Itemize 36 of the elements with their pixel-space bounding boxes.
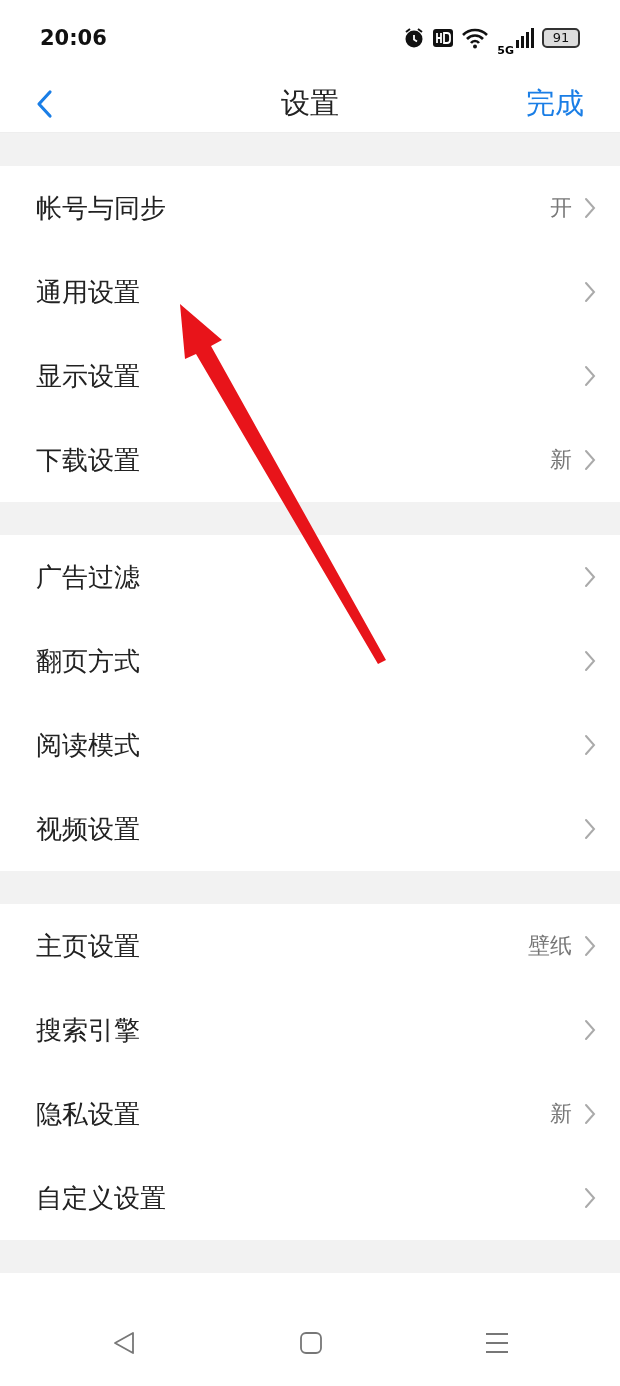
chevron-icon	[584, 566, 596, 588]
chevron-icon	[584, 197, 596, 219]
page-title: 设置	[281, 85, 339, 122]
settings-row[interactable]: 自定义设置	[0, 1156, 620, 1240]
chevron-icon	[584, 818, 596, 840]
wifi-icon	[461, 27, 490, 49]
network-label: 5G	[497, 43, 514, 57]
settings-row[interactable]: 显示设置	[0, 334, 620, 418]
settings-row[interactable]: 阅读模式	[0, 703, 620, 787]
done-button[interactable]: 完成	[526, 84, 584, 124]
signal-icon	[516, 28, 534, 48]
settings-row[interactable]: 通用设置	[0, 250, 620, 334]
chevron-icon	[584, 281, 596, 303]
settings-row[interactable]: 下载设置 新	[0, 418, 620, 502]
battery-indicator: 91	[542, 28, 580, 48]
chevron-icon	[584, 365, 596, 387]
status-time: 20:06	[40, 26, 107, 50]
back-icon[interactable]	[35, 89, 53, 119]
chevron-icon	[584, 1019, 596, 1041]
back-nav-icon[interactable]	[112, 1331, 136, 1355]
hd-icon	[433, 29, 454, 47]
settings-row[interactable]: 隐私设置 新	[0, 1072, 620, 1156]
settings-row[interactable]: 广告过滤	[0, 535, 620, 619]
settings-row[interactable]: 视频设置	[0, 787, 620, 871]
settings-row[interactable]: 翻页方式	[0, 619, 620, 703]
settings-row[interactable]: 搜索引擎	[0, 988, 620, 1072]
chevron-icon	[584, 650, 596, 672]
menu-icon[interactable]	[486, 1332, 508, 1354]
home-nav-icon[interactable]	[300, 1332, 322, 1354]
settings-row[interactable]: 帐号与同步 开	[0, 166, 620, 250]
chevron-icon	[584, 734, 596, 756]
chevron-icon	[584, 1103, 596, 1125]
chevron-icon	[584, 935, 596, 957]
chevron-icon	[584, 1187, 596, 1209]
settings-row[interactable]: 主页设置 壁纸	[0, 904, 620, 988]
chevron-icon	[584, 449, 596, 471]
